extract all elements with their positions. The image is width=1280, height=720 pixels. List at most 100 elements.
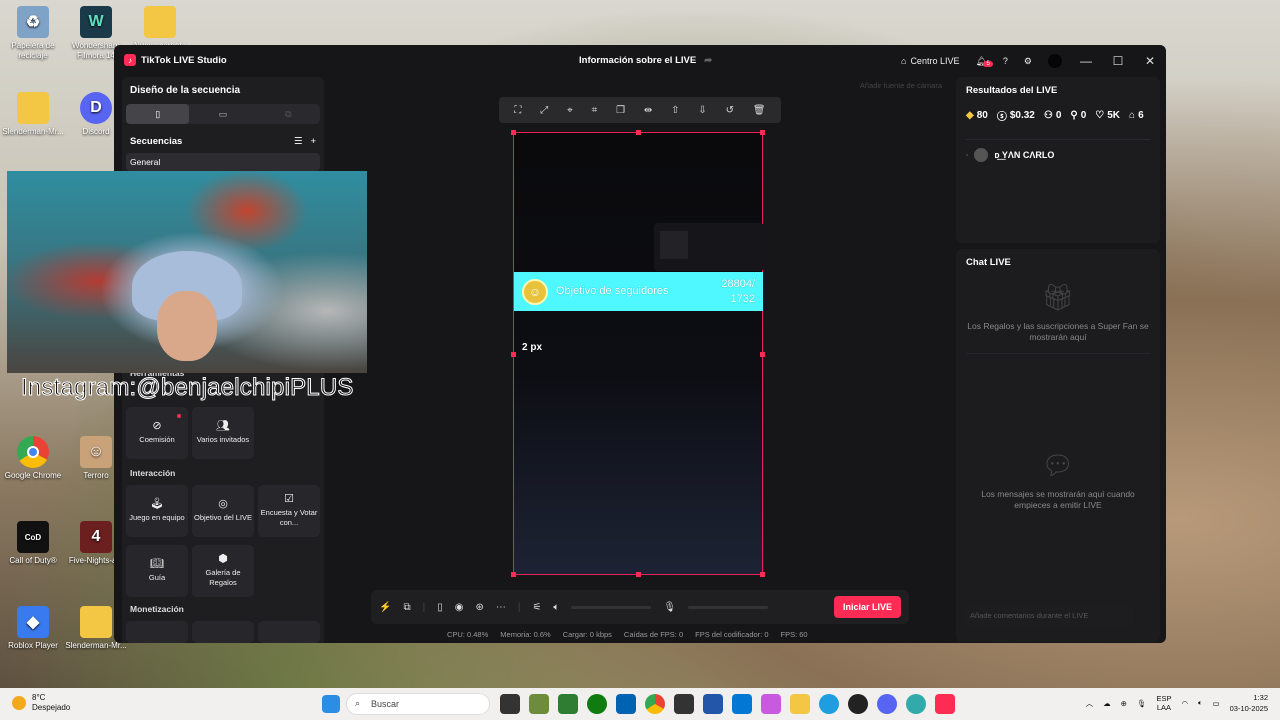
microphone-icon[interactable]: 🎙︎ [663,602,676,613]
sequence-general[interactable]: General [126,153,320,171]
center-icon[interactable]: ⌖ [567,105,573,116]
outlook-icon[interactable] [732,694,752,714]
flip-icon[interactable]: ⇹ [644,105,652,116]
network-status-icon[interactable]: ⊕ [1121,699,1127,708]
list-icon[interactable]: ☰ [294,136,303,147]
tile-varios-invitados[interactable]: 👥︎ Varios invitados [192,407,254,459]
portrait-option[interactable]: ▯ [126,104,190,124]
desktop-icon-recycle-bin[interactable]: ♻ Papelera de reciclaje [0,6,66,61]
copilot-icon[interactable] [761,694,781,714]
resize-handle-tl[interactable] [511,130,516,135]
tile-coemision[interactable]: ⊘ Coemisión [126,407,188,459]
tiktok-logo-icon: ♪ [124,54,136,66]
phone-icon[interactable]: ▯ [437,602,443,613]
tiktok-live-taskbar-icon[interactable] [935,694,955,714]
store-icon[interactable] [616,694,636,714]
resize-handle-l[interactable] [511,352,516,357]
tile-galeria-regalos[interactable]: ⬢ Galería de Regalos [192,545,254,597]
follower-goal-widget[interactable]: ☺ Objetivo de seguidores 28804/ 1732 [514,272,763,311]
edge-icon[interactable] [819,694,839,714]
speaker-volume-slider[interactable] [571,605,652,609]
maximize-button[interactable]: ☐ [1102,54,1134,68]
users-icon: ⚇ [1043,110,1053,121]
copy-icon[interactable]: ❐ [616,105,625,116]
settings-button[interactable]: ⚙ [1016,56,1040,67]
more-icon[interactable]: ⋯ [496,602,506,613]
rotate-icon[interactable]: ↺ [726,105,734,116]
tile-encuesta[interactable]: ☑ Encuesta y Votar con... [258,485,320,537]
mic-volume-slider[interactable] [688,605,769,609]
add-sequence-icon[interactable]: + [310,136,316,147]
tile-objetivo-live[interactable]: ◎ Objetivo del LIVE [192,485,254,537]
add-camera-source[interactable]: Añadir fuente de cámara [860,81,942,90]
desktop-icon-chrome[interactable]: Google Chrome [0,436,66,481]
mixer-icon[interactable]: ⚟ [532,602,541,613]
notifications-button[interactable]: 🔔︎ 5 [967,56,994,67]
tile-monetization-2[interactable] [192,621,254,643]
layer-up-icon[interactable]: ⇧ [671,105,679,116]
close-button[interactable]: ✕ [1134,54,1166,68]
live-info-title[interactable]: Información sobre el LIVE ➦ [579,55,712,66]
resize-handle-br[interactable] [760,572,765,577]
tile-juego-equipo[interactable]: 🕹︎ Juego en equipo [126,485,188,537]
unity-icon[interactable] [674,694,694,714]
magic-icon[interactable]: ⚡ [379,602,391,613]
tile-monetization-3[interactable] [258,621,320,643]
stream-preview[interactable]: ☺ Objetivo de seguidores 28804/ 1732 2 p… [511,130,765,577]
start-live-button[interactable]: Iniciar LIVE [833,596,901,618]
replay-icon[interactable]: ⊛ [475,602,483,613]
landscape-option[interactable]: ▭ [191,104,254,124]
desktop-icon-roblox[interactable]: ◆ Roblox Player [0,606,66,651]
chat-input[interactable]: Añade comentarios durante el LIVE [964,606,1134,626]
tile-monetization-1[interactable] [126,621,188,643]
chevron-up-icon[interactable]: ︿ [1086,698,1094,709]
volume-icon[interactable]: 🔈︎ [1198,698,1203,708]
resize-handle-t[interactable] [636,130,641,135]
fit-icon[interactable]: ⤢ [540,105,548,116]
task-view-icon[interactable] [500,694,520,714]
xbox-icon[interactable] [587,694,607,714]
weather-widget[interactable]: 8°C Despejado [12,693,70,713]
windows-start-icon[interactable] [322,695,340,713]
battery-icon[interactable]: ▭ [1213,699,1220,708]
crop-icon[interactable]: ⌗ [592,105,598,116]
file-explorer-icon[interactable] [790,694,810,714]
minimize-button[interactable]: — [1070,54,1102,68]
minecraft-icon[interactable] [529,694,549,714]
tile-guia[interactable]: 📖︎ Guía [126,545,188,597]
discord-icon: D [80,92,112,124]
vs-icon[interactable] [703,694,723,714]
fullscreen-icon[interactable]: ⛶ [514,105,521,116]
share-icon: ⚲ [1070,110,1078,121]
avatar-button[interactable] [1040,54,1070,68]
layer-down-icon[interactable]: ⇩ [698,105,706,116]
viewer-row[interactable]: - ᴅ͟ YΛN CΛRLO [966,139,1150,162]
speaker-icon[interactable]: 🔈︎ [553,602,559,613]
help-button[interactable]: ? [995,56,1016,66]
wifi-icon[interactable]: ◠ [1181,699,1188,708]
share-icon[interactable]: ➦ [704,55,712,66]
desktop-icon-slenderman-folder[interactable]: Slenderman-Mr... [0,92,66,137]
trash-icon[interactable]: 🗑︎ [753,105,766,116]
chrome-profile-icon[interactable] [906,694,926,714]
obs-icon[interactable] [848,694,868,714]
taskbar-search[interactable]: ⌕ Buscar [346,693,490,715]
clock[interactable]: 1:32 03-10-2025 [1230,692,1268,714]
resize-handle-tr[interactable] [760,130,765,135]
dual-option[interactable]: ⧉ [257,104,320,124]
onedrive-icon[interactable]: ☁ [1103,699,1111,708]
microphone-tray-icon[interactable]: 🎙︎ [1137,699,1147,708]
notification-badge: 5 [983,60,993,67]
centro-live-button[interactable]: ⌂ Centro LIVE [893,56,967,66]
minecraft-launcher-icon[interactable] [558,694,578,714]
chrome-taskbar-icon[interactable] [645,694,665,714]
scene-icon[interactable]: ⧉ [403,602,410,613]
resize-handle-bl[interactable] [511,572,516,577]
desktop-icon-call-of-duty[interactable]: CoD Call of Duty® [0,521,66,566]
record-icon[interactable]: ◉ [455,602,464,613]
resize-handle-b[interactable] [636,572,641,577]
language-indicator[interactable]: ESP LAA [1156,694,1171,712]
resize-handle-r[interactable] [760,352,765,357]
discord-taskbar-icon[interactable] [877,694,897,714]
gear-icon: ⚙ [1023,55,1032,66]
